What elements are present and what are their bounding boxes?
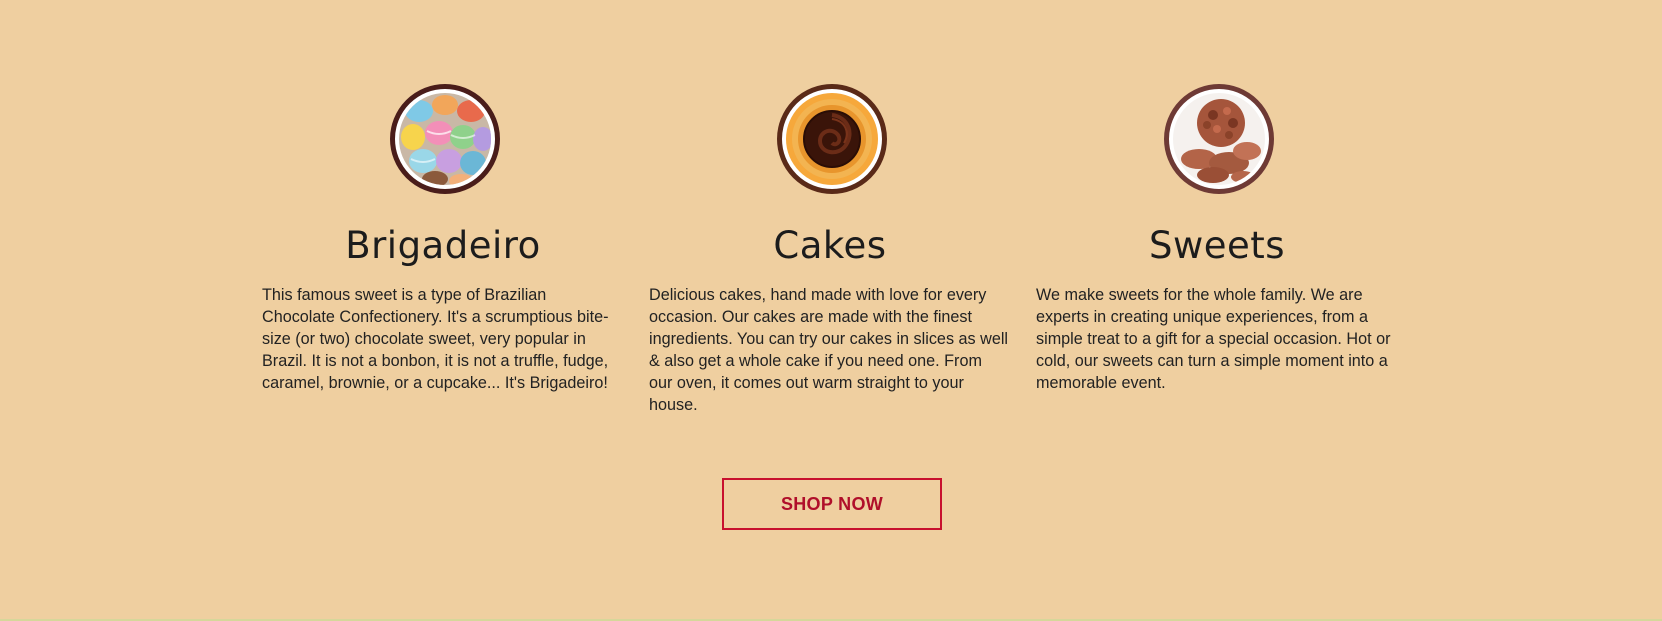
feature-title: Brigadeiro xyxy=(345,224,541,267)
feature-description: We make sweets for the whole family. We … xyxy=(1036,286,1391,392)
chocolate-cake-icon xyxy=(777,84,887,194)
feature-description: Delicious cakes, hand made with love for… xyxy=(649,286,1009,414)
feature-title: Cakes xyxy=(773,224,887,267)
feature-title: Sweets xyxy=(1148,224,1286,267)
feature-description: This famous sweet is a type of Brazilian… xyxy=(262,286,609,392)
macarons-icon xyxy=(390,84,500,194)
chocolate-truffles-icon xyxy=(1164,84,1274,194)
shop-now-button[interactable]: SHOP NOW xyxy=(722,478,942,530)
